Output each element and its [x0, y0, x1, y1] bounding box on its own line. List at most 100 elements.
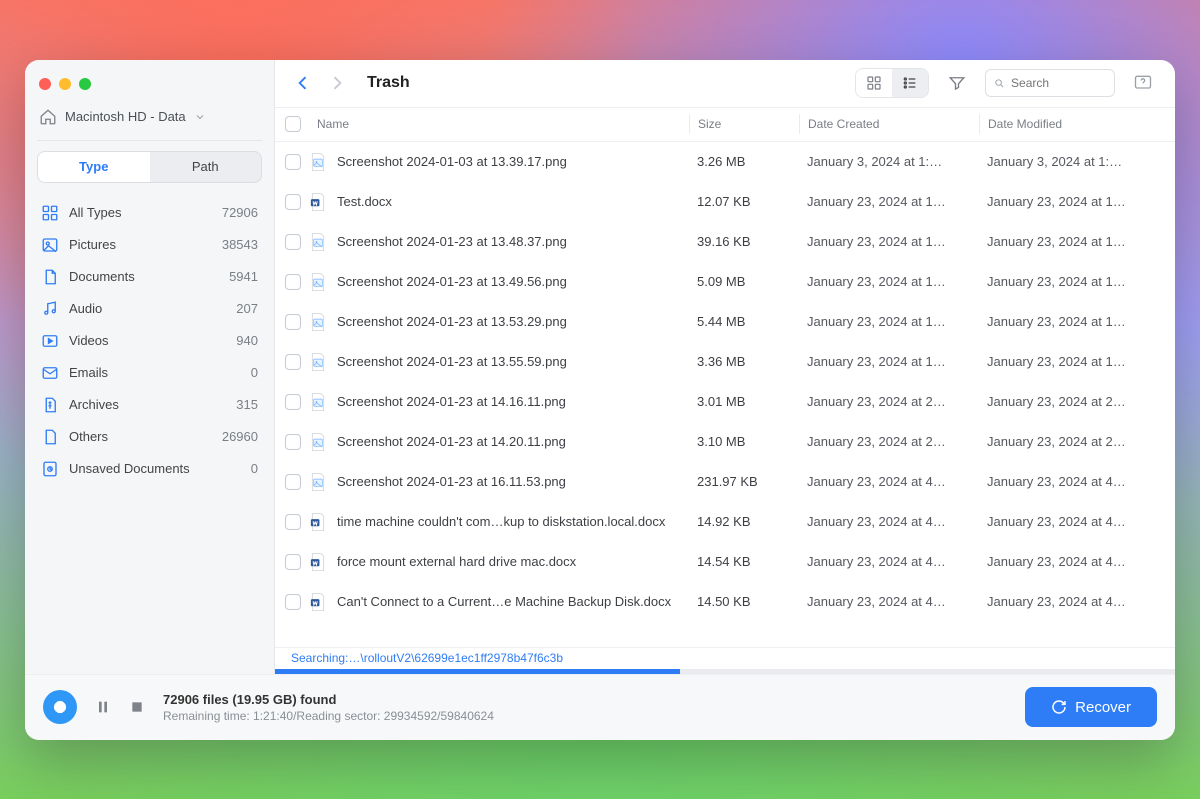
file-checkbox[interactable]: [285, 594, 301, 610]
sidebar-item-videos[interactable]: Videos940: [31, 325, 268, 357]
sidebar-item-pictures[interactable]: Pictures 38543: [31, 229, 268, 261]
file-checkbox[interactable]: [285, 274, 301, 290]
sidebar-item-emails[interactable]: Emails0: [31, 357, 268, 389]
sidebar-item-count: 5941: [229, 269, 258, 284]
filter-button[interactable]: [943, 69, 971, 97]
sidebar-item-all-types[interactable]: All Types72906: [31, 197, 268, 229]
help-button[interactable]: [1129, 69, 1157, 97]
recover-button[interactable]: Recover: [1025, 687, 1157, 727]
unsaved-icon: [41, 460, 59, 478]
sidebar-item-others[interactable]: Others26960: [31, 421, 268, 453]
file-row[interactable]: Screenshot 2024-01-23 at 14.20.11.png3.1…: [275, 422, 1175, 462]
file-created: January 23, 2024 at 4…: [799, 554, 979, 569]
sidebar-item-unsaved-documents[interactable]: Unsaved Documents0: [31, 453, 268, 485]
sidebar-item-documents[interactable]: Documents5941: [31, 261, 268, 293]
close-window-button[interactable]: [39, 78, 51, 90]
filter-icon: [948, 74, 966, 92]
file-row[interactable]: Screenshot 2024-01-23 at 14.16.11.png 3.0…: [275, 382, 1175, 422]
file-row[interactable]: Test.docx12.07 KBJanuary 23, 2024 at 1…J…: [275, 182, 1175, 222]
doc-icon: [41, 268, 59, 286]
sidebar-item-audio[interactable]: Audio 207: [31, 293, 268, 325]
file-name: Screenshot 2024-01-23 at 14.16.11.png: [337, 394, 566, 409]
file-modified: January 23, 2024 at 4…: [979, 474, 1159, 489]
file-checkbox[interactable]: [285, 554, 301, 570]
file-rows[interactable]: Screenshot 2024-01-03 at 13.39.17.png3.2…: [275, 142, 1175, 647]
file-modified: January 23, 2024 at 4…: [979, 554, 1159, 569]
sidebar-item-label: Archives: [69, 397, 119, 412]
view-list-button[interactable]: [892, 69, 928, 97]
file-checkbox[interactable]: [285, 434, 301, 450]
file-modified: January 23, 2024 at 4…: [979, 514, 1159, 529]
file-checkbox[interactable]: [285, 194, 301, 210]
file-name: force mount external hard drive mac.docx: [337, 554, 576, 569]
file-created: January 23, 2024 at 1…: [799, 234, 979, 249]
sidebar-tabs: Type Path: [37, 151, 262, 183]
back-button[interactable]: [293, 73, 313, 93]
file-row[interactable]: Screenshot 2024-01-23 at 13.49.56.png5.0…: [275, 262, 1175, 302]
png-file-icon: [309, 232, 327, 252]
pause-button[interactable]: [95, 699, 111, 715]
docx-file-icon: [309, 192, 327, 212]
file-modified: January 23, 2024 at 2…: [979, 394, 1159, 409]
file-row[interactable]: Screenshot 2024-01-23 at 13.53.29.png5.4…: [275, 302, 1175, 342]
search-field[interactable]: [1011, 76, 1106, 90]
file-checkbox[interactable]: [285, 354, 301, 370]
file-created: January 3, 2024 at 1:…: [799, 154, 979, 169]
file-row[interactable]: time machine couldn't com…kup to disksta…: [275, 502, 1175, 542]
col-modified[interactable]: Date Modified: [979, 114, 1159, 134]
col-name[interactable]: Name: [309, 114, 689, 134]
png-file-icon: [309, 312, 327, 332]
maximize-window-button[interactable]: [79, 78, 91, 90]
search-input[interactable]: [985, 69, 1115, 97]
file-row[interactable]: force mount external hard drive mac.docx…: [275, 542, 1175, 582]
sidebar-item-label: Pictures: [69, 237, 116, 252]
file-checkbox[interactable]: [285, 514, 301, 530]
file-size: 12.07 KB: [689, 194, 799, 209]
file-checkbox[interactable]: [285, 234, 301, 250]
minimize-window-button[interactable]: [59, 78, 71, 90]
sidebar-item-count: 38543: [222, 237, 258, 252]
col-size[interactable]: Size: [689, 114, 799, 134]
other-icon: [41, 428, 59, 446]
sidebar-item-count: 940: [236, 333, 258, 348]
file-checkbox[interactable]: [285, 394, 301, 410]
select-all-checkbox[interactable]: [285, 116, 301, 132]
docx-file-icon: [309, 552, 327, 572]
toolbar: Trash: [275, 60, 1175, 108]
breadcrumb[interactable]: Macintosh HD - Data: [25, 108, 274, 136]
sidebar-item-count: 207: [236, 301, 258, 316]
footer: 72906 files (19.95 GB) found Remaining t…: [25, 674, 1175, 740]
file-row[interactable]: Can't Connect to a Current…e Machine Bac…: [275, 582, 1175, 622]
file-row[interactable]: Screenshot 2024-01-23 at 16.11.53.png231…: [275, 462, 1175, 502]
grid-icon: [866, 75, 882, 91]
tab-type[interactable]: Type: [38, 152, 150, 182]
file-row[interactable]: Screenshot 2024-01-23 at 13.48.37.png39.…: [275, 222, 1175, 262]
file-size: 3.10 MB: [689, 434, 799, 449]
sidebar-item-count: 0: [251, 461, 258, 476]
forward-button[interactable]: [327, 73, 347, 93]
view-grid-button[interactable]: [856, 69, 892, 97]
file-row[interactable]: Screenshot 2024-01-03 at 13.39.17.png3.2…: [275, 142, 1175, 182]
refresh-icon: [1051, 699, 1067, 715]
col-created[interactable]: Date Created: [799, 114, 979, 134]
file-name: Screenshot 2024-01-23 at 13.48.37.png: [337, 234, 567, 249]
stop-button[interactable]: [129, 699, 145, 715]
email-icon: [41, 364, 59, 382]
status-subline: Remaining time: 1:21:40/Reading sector: …: [163, 709, 494, 723]
sidebar-item-label: Audio: [69, 301, 102, 316]
sidebar: Macintosh HD - Data Type Path All Types7…: [25, 60, 275, 674]
file-checkbox[interactable]: [285, 474, 301, 490]
file-row[interactable]: Screenshot 2024-01-23 at 13.55.59.png3.3…: [275, 342, 1175, 382]
sidebar-item-archives[interactable]: Archives 315: [31, 389, 268, 421]
sidebar-item-count: 0: [251, 365, 258, 380]
file-checkbox[interactable]: [285, 154, 301, 170]
file-size: 14.54 KB: [689, 554, 799, 569]
file-name: Screenshot 2024-01-03 at 13.39.17.png: [337, 154, 567, 169]
help-icon: [1133, 73, 1153, 93]
view-toggle: [855, 68, 929, 98]
file-name: time machine couldn't com…kup to disksta…: [337, 514, 665, 529]
file-checkbox[interactable]: [285, 314, 301, 330]
sidebar-item-count: 315: [236, 397, 258, 412]
tab-path[interactable]: Path: [150, 152, 262, 182]
file-size: 3.01 MB: [689, 394, 799, 409]
